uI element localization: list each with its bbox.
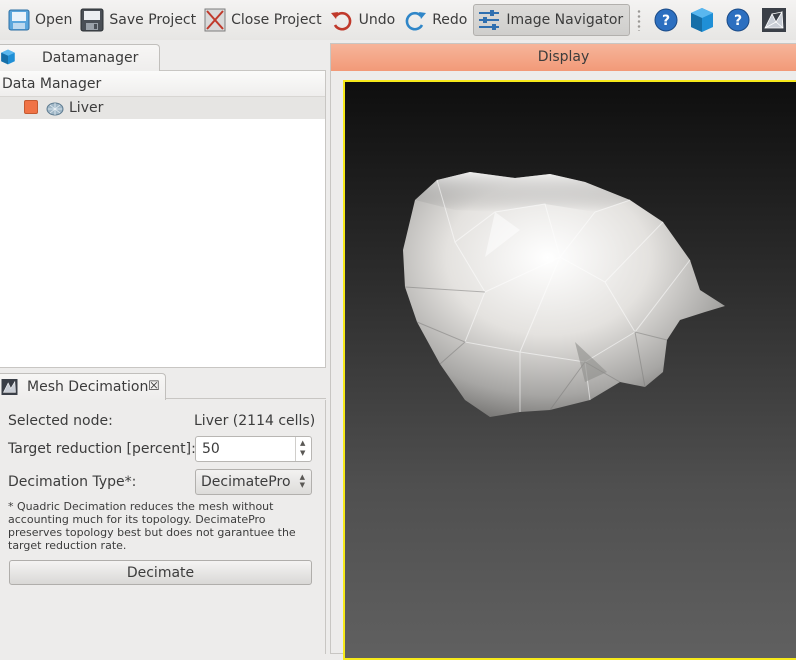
redo-icon [405, 11, 427, 31]
save-project-button[interactable]: Save Project [78, 4, 202, 36]
main-toolbar: Open Save Project Close Project Undo Red… [0, 0, 796, 40]
toolbar-separator [636, 9, 643, 31]
save-project-label: Save Project [109, 12, 197, 28]
image-navigator-button[interactable]: Image Navigator [473, 4, 631, 36]
svg-text:?: ? [662, 13, 670, 29]
redo-label: Redo [432, 12, 468, 28]
decimation-type-value: DecimatePro [201, 474, 291, 490]
image-navigator-label: Image Navigator [506, 12, 624, 28]
cube-icon [691, 8, 714, 32]
tab-mesh-decimation[interactable]: Mesh Decimation ☒ [0, 373, 166, 400]
target-reduction-spinbox[interactable]: ▲ ▼ [195, 436, 312, 462]
tree-node-liver[interactable]: Liver [0, 97, 325, 119]
data-manager-tree[interactable]: Data Manager Liver [0, 71, 326, 368]
open-button[interactable]: Open [6, 4, 78, 36]
decimation-type-label: Decimation Type*: [8, 474, 137, 490]
select-arrows-icon: ▲ ▼ [299, 473, 305, 489]
tree-node-label: Liver [69, 100, 104, 116]
mesh-decimation-icon [1, 379, 18, 395]
help-icon: ? [654, 8, 678, 32]
undo-icon [330, 11, 351, 31]
liver-surface-mesh [403, 172, 725, 417]
help-button[interactable]: ? [653, 7, 679, 33]
target-reduction-input[interactable] [197, 438, 293, 460]
mesh-decimation-view-button[interactable] [761, 7, 787, 33]
decimation-type-select[interactable]: DecimatePro ▲ ▼ [195, 469, 312, 495]
selected-node-value: Liver (2114 cells) [194, 413, 316, 429]
svg-text:?: ? [734, 13, 742, 29]
datamanager-tab-strip: Datamanager [0, 44, 326, 72]
selected-node-label: Selected node: [8, 413, 113, 429]
spin-down-icon[interactable]: ▼ [300, 449, 305, 457]
tab-mesh-decimation-label: Mesh Decimation [27, 379, 149, 395]
display-view: Display [330, 43, 796, 660]
help-icon: ? [726, 8, 750, 32]
sliders-icon [479, 10, 500, 30]
cube-icon [1, 49, 15, 65]
spin-up-icon[interactable]: ▲ [300, 439, 305, 447]
mesh-decimation-tab-strip: Mesh Decimation ☒ [0, 373, 326, 400]
surface-mesh-icon [46, 102, 64, 116]
data-manager-header: Data Manager [0, 71, 325, 97]
target-reduction-label: Target reduction [percent]: [8, 441, 196, 457]
open-label: Open [35, 12, 73, 28]
spinbox-arrows[interactable]: ▲ ▼ [295, 437, 311, 461]
tab-datamanager-label: Datamanager [42, 50, 139, 66]
datamanager-view-button[interactable] [689, 7, 715, 33]
save-project-icon [80, 8, 104, 32]
close-tab-icon[interactable]: ☒ [148, 379, 160, 394]
decimate-button[interactable]: Decimate [9, 560, 312, 585]
undo-button[interactable]: Undo [328, 4, 402, 36]
tab-datamanager[interactable]: Datamanager [0, 44, 160, 72]
display-header: Display [331, 44, 796, 71]
undo-label: Undo [358, 12, 396, 28]
about-button[interactable]: ? [725, 7, 751, 33]
close-project-icon [204, 8, 226, 32]
mesh-decimation-icon [762, 8, 787, 32]
close-project-label: Close Project [231, 12, 322, 28]
redo-button[interactable]: Redo [401, 4, 473, 36]
close-project-button[interactable]: Close Project [202, 4, 328, 36]
open-icon [8, 9, 30, 31]
node-color-swatch[interactable] [24, 100, 38, 114]
decimation-help-note: * Quadric Decimation reduces the mesh wi… [8, 500, 296, 552]
render-window-3d[interactable] [343, 80, 796, 660]
